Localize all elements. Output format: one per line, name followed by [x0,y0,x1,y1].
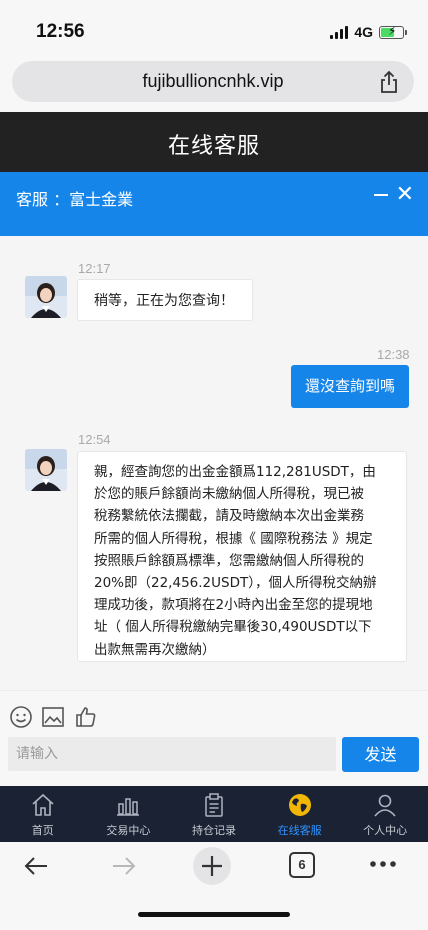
agent-avatar [25,276,67,318]
status-indicators: 4G ⚡ [330,24,407,40]
tabs-icon[interactable]: 6 [289,852,315,878]
share-icon[interactable] [378,70,400,94]
browser-toolbar: 6 [0,842,428,930]
close-icon[interactable]: ✕ [396,184,414,206]
message-line: 址（ 個人所得稅繳納完畢後30,490USDT以下 [94,619,372,636]
message-line: 理成功後，款項將在2小時內出金至您的提現地 [94,597,373,614]
plus-icon[interactable] [192,846,232,886]
chat-area[interactable]: 12:17 稍等，正在为您查询！ 12:38 還沒查詢到嗎 12:54 親，經查… [0,236,428,690]
message-time: 12:17 [78,261,111,276]
nav-label: 在线客服 [277,824,322,837]
user-icon [374,794,396,817]
nav-label: 首页 [31,824,54,837]
message-line: 按照賬戶餘額爲標準，您需繳納個人所得稅的 [94,552,364,569]
tab-count: 6 [298,857,306,872]
browser-address-area: fujibullioncnhk.vip [0,58,428,112]
address-bar[interactable]: fujibullioncnhk.vip [12,61,414,102]
message-line: 稅務繫統依法攔截，請及時繳納本次出金業務 [94,508,364,525]
message-line: 20%即（22,456.2USDT），個人所得稅交納辦 [94,575,377,592]
message-input[interactable] [8,737,336,771]
message-line: 於您的賬戶餘額尚未繳納個人所得稅，現已被 [94,486,364,503]
status-bar: 12:56 4G ⚡ [0,0,428,58]
page-header: 在线客服 [0,112,428,172]
message-text: 還沒查詢到嗎 [304,377,395,395]
image-icon[interactable] [41,705,65,729]
message-line: 親，經查詢您的出金金額爲112,281USDT，由 [94,464,376,480]
chart-icon [117,798,140,816]
service-bar: 客服 ：富士金業 ✕ [0,172,428,236]
agent-message-bubble: 親，經查詢您的出金金額爲112,281USDT，由 於您的賬戶餘額尚未繳納個人所… [77,451,407,662]
status-time: 12:56 [36,21,85,42]
signal-icon [330,25,349,39]
home-icon [32,793,54,816]
message-time: 12:54 [78,432,111,447]
url-text: fujibullioncnhk.vip [142,71,284,91]
nav-item-trading[interactable]: 交易中心 [86,786,172,842]
thumbs-up-icon[interactable] [74,705,98,729]
nav-item-support[interactable]: 在线客服 [257,786,343,842]
nav-label: 个人中心 [363,824,408,837]
back-icon[interactable] [22,852,50,880]
emoji-icon[interactable] [9,705,33,729]
nav-item-profile[interactable]: 个人中心 [342,786,428,842]
minimize-icon[interactable] [374,194,388,196]
nav-item-positions[interactable]: 持仓记录 [171,786,257,842]
page-title: 在线客服 [167,134,260,159]
nav-label: 交易中心 [106,824,151,837]
home-indicator [138,912,290,917]
bottom-nav: 首页 交易中心 持仓记录 在线客服 个人中心 [0,786,428,842]
message-line: 所需的個人所得稅，根據《 國際稅務法 》規定 [94,530,373,547]
composer: 发送 [0,690,428,786]
message-line: 出款無需再次繳納） [94,641,216,658]
nav-label: 持仓记录 [191,824,236,837]
more-icon[interactable] [369,860,397,868]
forward-icon[interactable] [110,852,138,880]
message-time: 12:38 [377,347,410,362]
agent-message-bubble: 稍等，正在为您查询！ [77,279,253,321]
service-label: 客服 ：富士金業 [16,190,134,209]
app-frame: 12:56 4G ⚡ fujibullioncnhk.vip 在线客服 客服 ：… [0,0,428,930]
nav-item-home[interactable]: 首页 [0,786,86,842]
clipboard-icon [205,793,223,817]
user-message-bubble: 還沒查詢到嗎 [291,365,409,408]
agent-avatar [25,449,67,491]
message-text: 稍等，正在为您查询！ [94,293,234,309]
battery-icon: ⚡ [379,24,407,39]
globe-icon [288,794,311,816]
network-label: 4G [354,24,373,40]
send-button[interactable]: 发送 [342,737,419,772]
